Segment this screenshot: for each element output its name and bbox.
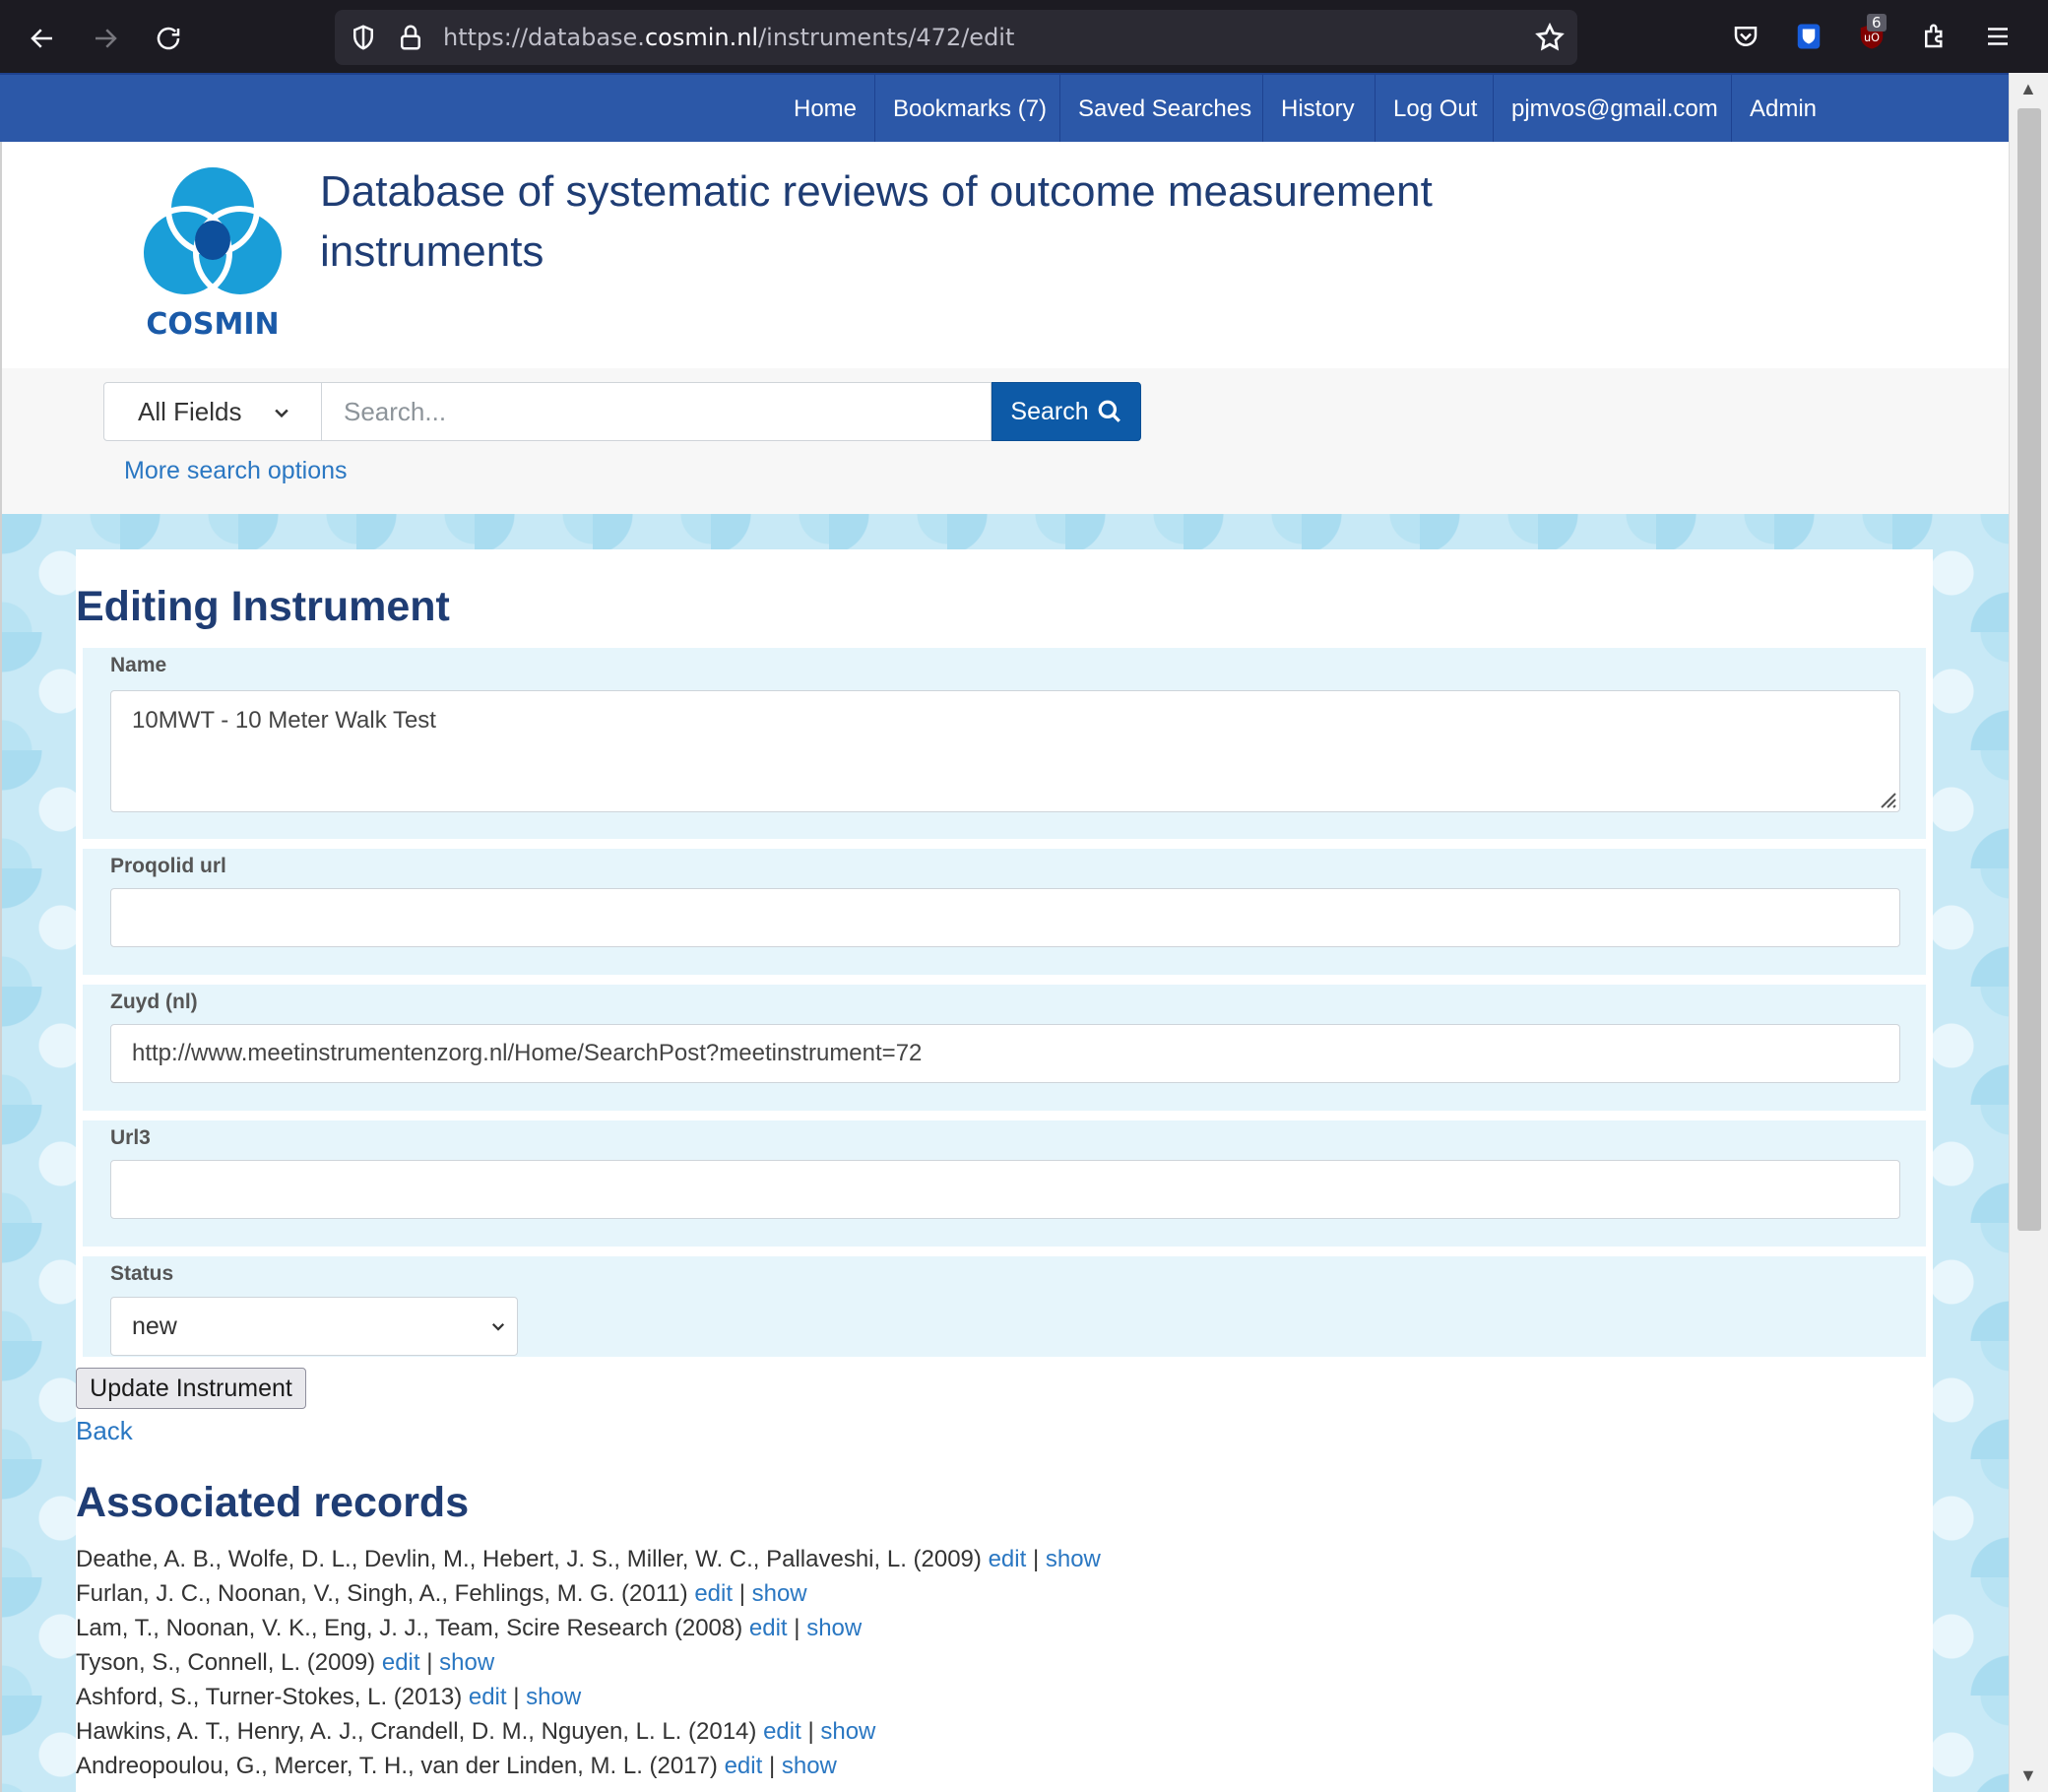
address-bar[interactable]: https://database.cosmin.nl/instruments/4… — [335, 10, 1577, 65]
ublock-count-badge: 6 — [1867, 14, 1887, 32]
record-edit-link[interactable]: edit — [749, 1615, 788, 1641]
url3-input[interactable] — [110, 1160, 1900, 1219]
link-separator: | — [1032, 1546, 1040, 1572]
link-separator: | — [513, 1684, 520, 1710]
record-edit-link[interactable]: edit — [382, 1649, 420, 1676]
site-title: Database of systematic reviews of outcom… — [320, 167, 1433, 276]
site-header: COSMIN Database of systematic reviews of… — [0, 142, 2009, 368]
associated-record: Tyson, S., Connell, L. (2009) edit | sho… — [76, 1649, 494, 1677]
search-button-label: Search — [1010, 397, 1089, 425]
chevron-down-icon — [275, 409, 288, 418]
name-label: Name — [110, 654, 167, 676]
browser-toolbar: https://database.cosmin.nl/instruments/4… — [0, 0, 2048, 73]
record-show-link[interactable]: show — [526, 1684, 581, 1710]
nav-bookmarks[interactable]: Bookmarks (7) — [874, 75, 1064, 144]
record-show-link[interactable]: show — [439, 1649, 494, 1676]
status-form-group: Status new — [83, 1256, 1926, 1357]
proqolid-url-input[interactable] — [110, 888, 1900, 947]
associated-record: Furlan, J. C., Noonan, V., Singh, A., Fe… — [76, 1580, 807, 1608]
zuyd-form-group: Zuyd (nl) http://www.meetinstrumentenzor… — [83, 985, 1926, 1111]
scroll-up-arrow-icon[interactable]: ▲ — [2019, 79, 2037, 99]
search-input[interactable]: Search... — [322, 382, 992, 441]
update-instrument-button[interactable]: Update Instrument — [76, 1368, 306, 1409]
cosmin-logo[interactable]: COSMIN — [134, 160, 291, 347]
record-edit-link[interactable]: edit — [694, 1580, 733, 1607]
record-citation: Deathe, A. B., Wolfe, D. L., Devlin, M.,… — [76, 1546, 982, 1572]
record-citation: Lam, T., Noonan, V. K., Eng, J. J., Team… — [76, 1615, 743, 1641]
link-separator: | — [807, 1718, 814, 1745]
nav-log-out[interactable]: Log Out — [1375, 75, 1495, 144]
record-edit-link[interactable]: edit — [469, 1684, 507, 1710]
search-icon — [1098, 400, 1120, 422]
scroll-thumb[interactable] — [2017, 108, 2041, 1231]
bookmark-star-icon[interactable] — [1534, 22, 1566, 53]
record-edit-link[interactable]: edit — [763, 1718, 801, 1745]
status-select[interactable]: new — [110, 1297, 518, 1356]
resize-handle-icon[interactable] — [1876, 788, 1897, 809]
record-citation: Ashford, S., Turner-Stokes, L. (2013) — [76, 1684, 463, 1710]
link-separator: | — [426, 1649, 433, 1676]
forward-arrow-icon[interactable] — [81, 16, 130, 61]
link-separator: | — [738, 1580, 745, 1607]
link-separator: | — [768, 1753, 776, 1779]
extensions-puzzle-icon[interactable] — [1918, 20, 1952, 53]
associated-record: Andreopoulou, G., Mercer, T. H., van der… — [76, 1753, 837, 1780]
proqolid-label: Proqolid url — [110, 855, 226, 877]
hamburger-menu-icon[interactable] — [1981, 20, 2015, 53]
record-citation: Andreopoulou, G., Mercer, T. H., van der… — [76, 1753, 718, 1779]
associated-records-heading: Associated records — [76, 1479, 470, 1526]
associated-record: Deathe, A. B., Wolfe, D. L., Devlin, M.,… — [76, 1546, 1101, 1573]
nav-admin[interactable]: Admin — [1731, 75, 1834, 144]
page-title: Editing Instrument — [76, 583, 450, 630]
search-bar: All Fields Search... Search More search … — [0, 368, 2009, 514]
record-show-link[interactable]: show — [752, 1580, 807, 1607]
name-value: 10MWT - 10 Meter Walk Test — [132, 707, 436, 734]
search-field-value: All Fields — [138, 396, 242, 426]
name-textarea[interactable]: 10MWT - 10 Meter Walk Test — [110, 690, 1900, 812]
tracking-shield-icon[interactable] — [349, 23, 378, 52]
logo-wordmark: COSMIN — [146, 307, 280, 342]
record-show-link[interactable]: show — [782, 1753, 837, 1779]
record-show-link[interactable]: show — [806, 1615, 862, 1641]
lock-icon[interactable] — [396, 23, 425, 52]
nav-user-email[interactable]: pjmvos@gmail.com — [1493, 75, 1736, 144]
associated-record: Ashford, S., Turner-Stokes, L. (2013) ed… — [76, 1684, 581, 1711]
record-edit-link[interactable]: edit — [725, 1753, 763, 1779]
page-scrollbar[interactable]: ▲ ▼ — [2009, 73, 2048, 1792]
status-label: Status — [110, 1262, 174, 1285]
nav-history[interactable]: History — [1262, 75, 1373, 144]
zuyd-label: Zuyd (nl) — [110, 991, 198, 1013]
chevron-down-icon — [491, 1322, 505, 1331]
status-value: new — [132, 1312, 177, 1340]
associated-record: Hawkins, A. T., Henry, A. J., Crandell, … — [76, 1718, 875, 1746]
name-form-group: Name 10MWT - 10 Meter Walk Test — [83, 648, 1926, 839]
record-citation: Hawkins, A. T., Henry, A. J., Crandell, … — [76, 1718, 757, 1745]
search-button[interactable]: Search — [992, 382, 1141, 441]
url3-label: Url3 — [110, 1126, 151, 1149]
back-arrow-icon[interactable] — [18, 16, 67, 61]
pocket-icon[interactable] — [1729, 20, 1762, 53]
record-citation: Tyson, S., Connell, L. (2009) — [76, 1649, 376, 1676]
associated-record: Lam, T., Noonan, V. K., Eng, J. J., Team… — [76, 1615, 862, 1642]
back-link[interactable]: Back — [76, 1416, 133, 1446]
nav-home[interactable]: Home — [776, 75, 874, 144]
proqolid-form-group: Proqolid url — [83, 849, 1926, 975]
record-show-link[interactable]: show — [820, 1718, 875, 1745]
reload-icon[interactable] — [144, 16, 193, 61]
more-search-options-link[interactable]: More search options — [124, 457, 348, 485]
main-content: Editing Instrument Name 10MWT - 10 Meter… — [76, 549, 1933, 1792]
bitwarden-icon[interactable] — [1792, 20, 1825, 53]
link-separator: | — [794, 1615, 800, 1641]
record-citation: Furlan, J. C., Noonan, V., Singh, A., Fe… — [76, 1580, 688, 1607]
record-edit-link[interactable]: edit — [989, 1546, 1027, 1572]
site-navbar: Home Bookmarks (7) Saved Searches Histor… — [0, 73, 2009, 144]
zuyd-url-input[interactable]: http://www.meetinstrumentenzorg.nl/Home/… — [110, 1024, 1900, 1083]
nav-saved-searches[interactable]: Saved Searches — [1059, 75, 1269, 144]
scroll-down-arrow-icon[interactable]: ▼ — [2019, 1765, 2037, 1786]
url3-form-group: Url3 — [83, 1120, 1926, 1247]
search-field-select[interactable]: All Fields — [103, 382, 322, 441]
svg-text:uO: uO — [1864, 32, 1880, 44]
url-text[interactable]: https://database.cosmin.nl/instruments/4… — [443, 24, 1014, 51]
record-show-link[interactable]: show — [1046, 1546, 1101, 1572]
